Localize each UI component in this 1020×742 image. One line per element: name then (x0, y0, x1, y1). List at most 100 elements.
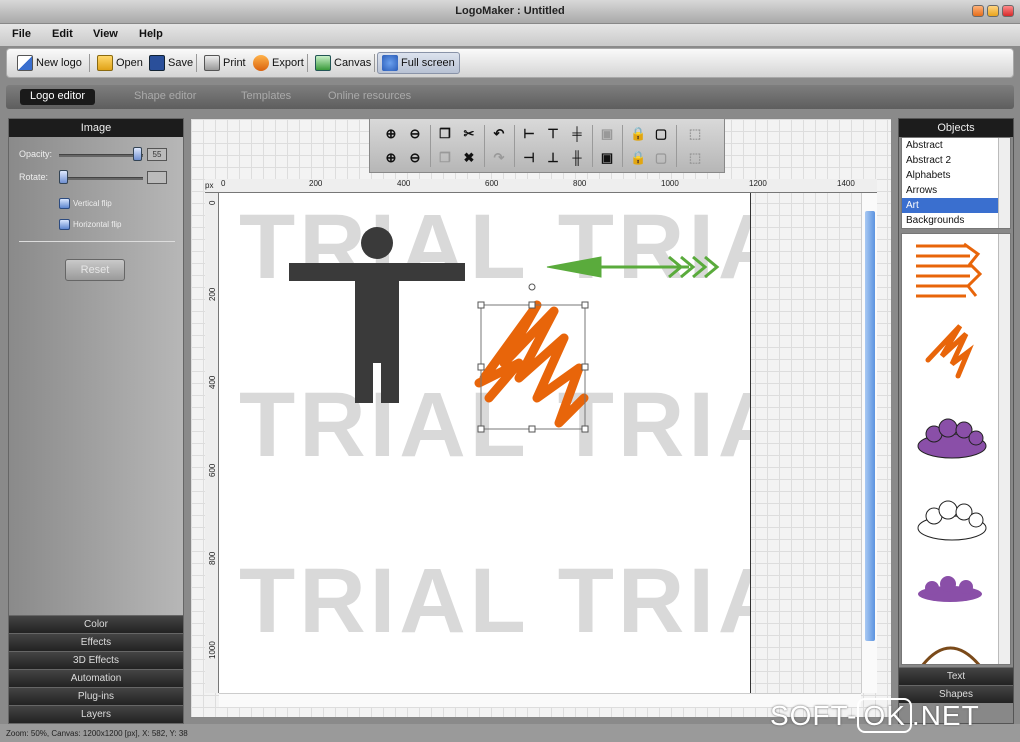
unlock-icon[interactable]: 🔒 (630, 151, 646, 165)
horizontal-flip-label: Horizontal flip (73, 220, 122, 229)
thumbnail-stripes[interactable] (916, 242, 983, 298)
export-icon (253, 55, 269, 71)
list-item[interactable]: Backgrounds (902, 213, 1010, 228)
toolbar-separator (374, 54, 375, 72)
section-text[interactable]: Text (899, 667, 1013, 685)
zoom-fit-icon[interactable]: ⊕ (384, 151, 398, 165)
undo-icon[interactable]: ↶ (492, 127, 506, 141)
canvas-area: ⊕ ⊖ ⊕ ⊖ ❐ ✂ ❐ ✖ ↶ ↷ ⊢ ⊤ ╪ ⊣ ⊥ ╫ ▣ ▣ 🔒 ▢ … (190, 118, 892, 718)
ruler-h-tick: 400 (397, 179, 411, 188)
tab-online-resources[interactable]: Online resources (318, 89, 421, 105)
save-button[interactable]: Save (145, 52, 197, 74)
section-effects[interactable]: Effects (9, 633, 183, 651)
align-middle-icon[interactable]: ╫ (570, 151, 584, 165)
select-all-icon[interactable]: ⬚ (688, 127, 702, 141)
section-automation[interactable]: Automation (9, 669, 183, 687)
align-left-icon[interactable]: ⊢ (522, 127, 536, 141)
site-watermark-right: .NET (911, 700, 980, 731)
print-button[interactable]: Print (200, 52, 250, 74)
vertical-flip-checkbox[interactable] (59, 198, 70, 209)
thumbnail-scrollbar[interactable] (998, 234, 1010, 664)
reset-button[interactable]: Reset (65, 259, 125, 281)
tab-shape-editor[interactable]: Shape editor (124, 89, 206, 105)
menu-help[interactable]: Help (139, 28, 163, 40)
group-icon[interactable]: ▢ (654, 127, 668, 141)
status-text: Zoom: 50%, Canvas: 1200x1200 [px], X: 58… (6, 729, 188, 738)
opacity-slider-thumb[interactable] (133, 147, 142, 161)
thumbnail-arch[interactable] (921, 646, 981, 665)
ungroup-icon[interactable]: ▢ (654, 151, 668, 165)
list-item[interactable]: Alphabets (902, 168, 1010, 183)
thumbnail-purple-cloud[interactable] (917, 418, 987, 459)
send-back-icon[interactable]: ▣ (600, 151, 614, 165)
new-logo-button[interactable]: New logo (13, 52, 86, 74)
copy-icon[interactable]: ❐ (438, 127, 452, 141)
folder-icon (97, 55, 113, 71)
export-button[interactable]: Export (249, 52, 308, 74)
tab-logo-editor[interactable]: Logo editor (20, 89, 96, 105)
opacity-label: Opacity: (19, 149, 53, 159)
ruler-v-tick: 600 (208, 463, 217, 477)
canvas-button[interactable]: Canvas (311, 52, 375, 74)
thumbnail-white-cloud[interactable] (917, 500, 987, 541)
image-panel-header: Image (9, 119, 183, 137)
deselect-icon[interactable]: ⬚ (688, 151, 702, 165)
horizontal-scrollbar[interactable] (219, 693, 861, 707)
bring-front-icon[interactable]: ▣ (600, 127, 614, 141)
opacity-slider-track[interactable] (59, 154, 143, 157)
zoom-out-icon[interactable]: ⊖ (408, 127, 422, 141)
zoom-reset-icon[interactable]: ⊖ (408, 151, 422, 165)
align-top-icon[interactable]: ⊤ (546, 127, 560, 141)
paste-icon[interactable]: ❐ (438, 151, 452, 165)
cut-icon[interactable]: ✂ (462, 127, 476, 141)
rotate-slider-track[interactable] (59, 177, 143, 180)
full-screen-button[interactable]: Full screen (377, 52, 460, 74)
rotate-value[interactable] (147, 171, 167, 184)
vertical-scrollbar-thumb[interactable] (865, 211, 875, 641)
menu-edit[interactable]: Edit (52, 28, 73, 40)
zoom-in-icon[interactable]: ⊕ (384, 127, 398, 141)
close-button[interactable] (1002, 5, 1014, 17)
section-layers[interactable]: Layers (9, 705, 183, 723)
minimize-button[interactable] (972, 5, 984, 17)
tab-templates[interactable]: Templates (231, 89, 301, 105)
arrow-object[interactable] (546, 255, 720, 279)
list-scrollbar[interactable] (998, 138, 1010, 228)
redo-icon[interactable]: ↷ (492, 151, 506, 165)
opacity-value[interactable]: 55 (147, 148, 167, 161)
logo-canvas[interactable]: TRIAL TRIAL TRIAL TRIAL TRIAL TRIAL (219, 193, 751, 693)
site-watermark: SOFT- OK .NET (770, 698, 980, 733)
list-item[interactable]: Arrows (902, 183, 1010, 198)
ruler-h-tick: 200 (309, 179, 323, 188)
window-controls (972, 5, 1014, 17)
horizontal-flip-checkbox[interactable] (59, 219, 70, 230)
left-panel: Image Opacity: 55 Rotate: Vertical flip … (8, 118, 184, 724)
list-item-selected[interactable]: Art (902, 198, 1010, 213)
thumbnail-purple-bush[interactable] (918, 576, 982, 602)
object-category-list[interactable]: Abstract Abstract 2 Alphabets Arrows Art… (901, 137, 1011, 229)
align-center-icon[interactable]: ╪ (570, 127, 584, 141)
divider (19, 241, 175, 242)
thumbnail-scribble[interactable] (925, 324, 974, 379)
maximize-button[interactable] (987, 5, 999, 17)
section-color[interactable]: Color (9, 615, 183, 633)
open-button[interactable]: Open (93, 52, 147, 74)
menu-view[interactable]: View (93, 28, 118, 40)
list-item[interactable]: Abstract 2 (902, 153, 1010, 168)
menu-file[interactable]: File (12, 28, 31, 40)
section-3d-effects[interactable]: 3D Effects (9, 651, 183, 669)
full-screen-icon (382, 55, 398, 71)
align-bottom-icon[interactable]: ⊥ (546, 151, 560, 165)
vertical-scrollbar[interactable] (861, 193, 877, 693)
separator (514, 125, 515, 167)
list-item[interactable]: Abstract (902, 138, 1010, 153)
section-plug-ins[interactable]: Plug-ins (9, 687, 183, 705)
align-right-icon[interactable]: ⊣ (522, 151, 536, 165)
delete-icon[interactable]: ✖ (462, 151, 476, 165)
art-scribble-object[interactable] (474, 283, 589, 433)
rotate-slider-thumb[interactable] (59, 170, 68, 184)
lock-icon[interactable]: 🔒 (630, 127, 646, 141)
person-figure-object[interactable] (289, 227, 465, 403)
ruler-h-tick: 0 (221, 179, 226, 188)
site-watermark-box: OK (857, 698, 912, 733)
